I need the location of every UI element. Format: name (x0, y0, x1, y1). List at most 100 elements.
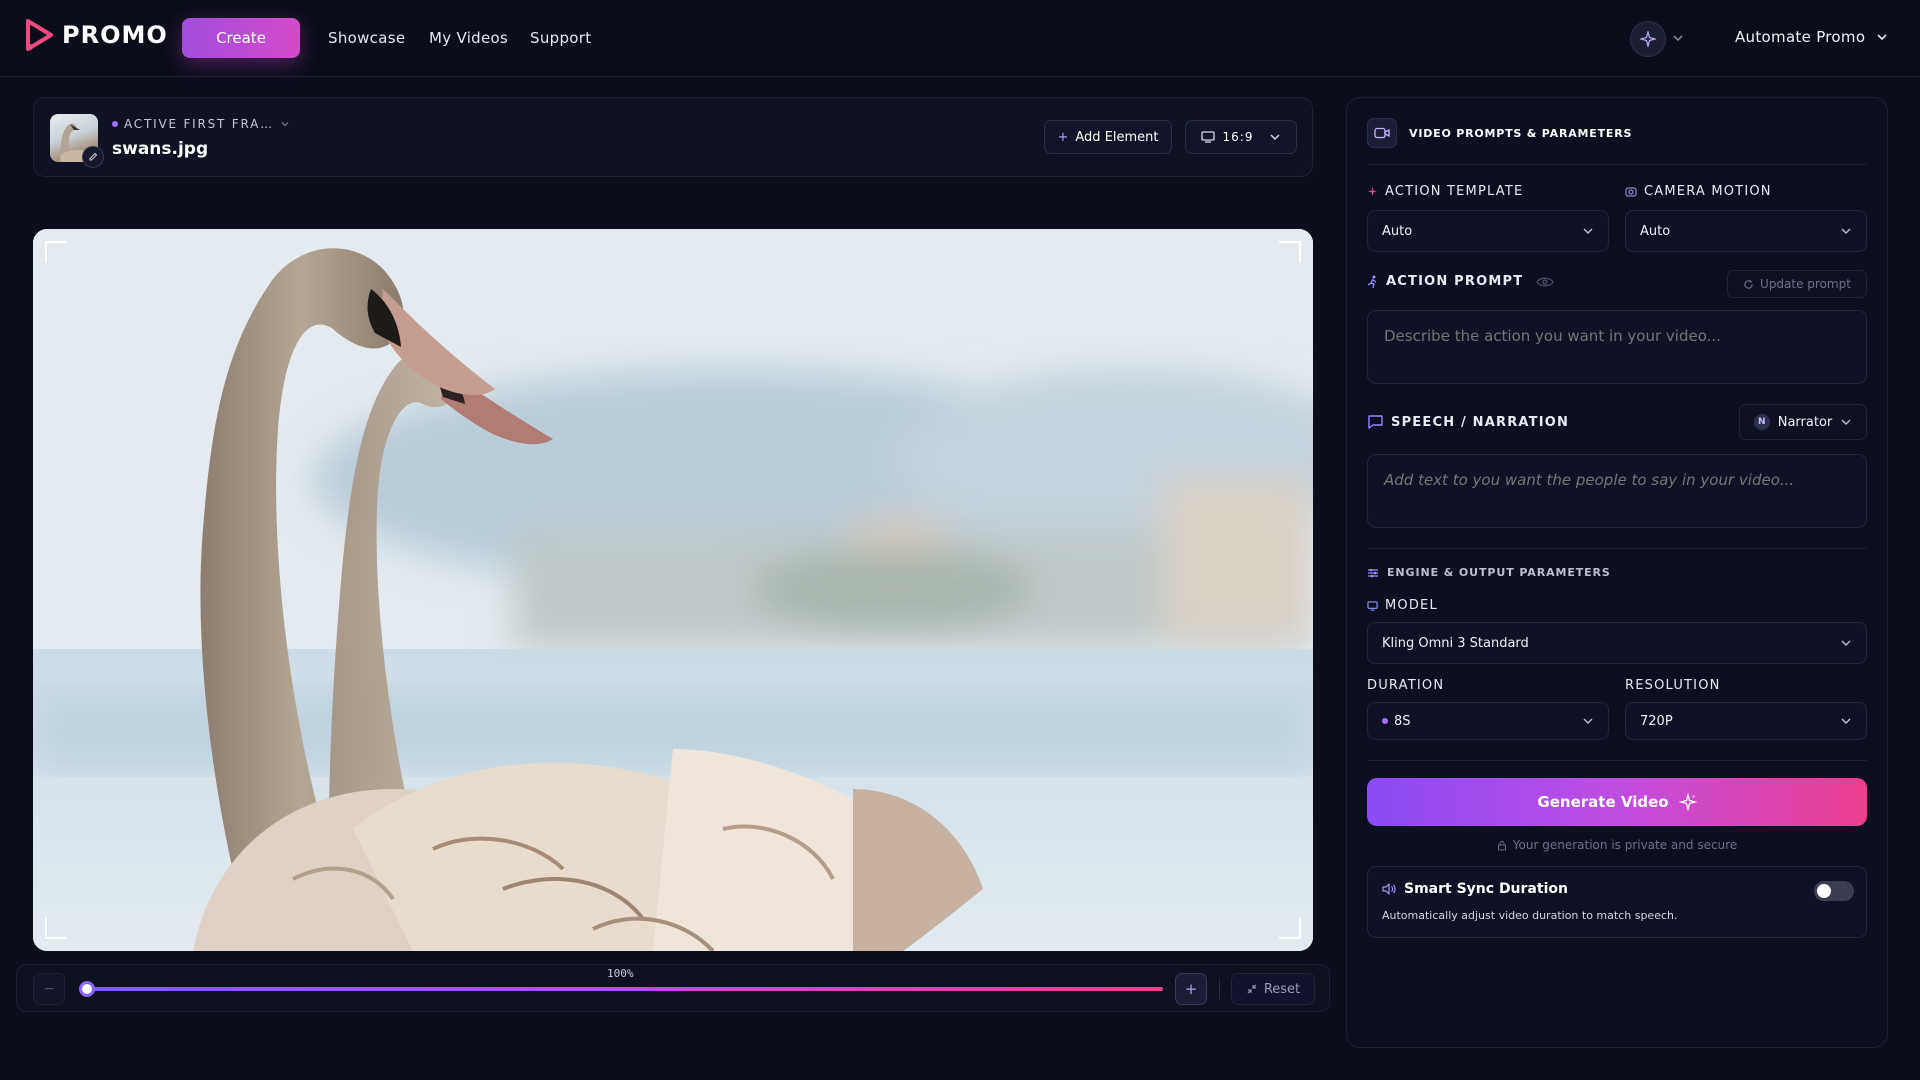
reset-label: Reset (1263, 981, 1301, 997)
action-prompt-label: ACTION PROMPT (1367, 274, 1554, 289)
reset-zoom-button[interactable]: Reset (1231, 973, 1315, 1005)
smart-sync-card: Smart Sync Duration Automatically adjust… (1367, 866, 1867, 938)
panel-header: VIDEO PROMPTS & PARAMETERS (1367, 118, 1632, 148)
update-prompt-button[interactable]: Update prompt (1727, 270, 1867, 298)
add-element-button[interactable]: + Add Element (1044, 120, 1172, 154)
refresh-icon (1744, 279, 1753, 289)
crop-corner-top-left (45, 241, 67, 263)
camera-motion-value: Auto (1640, 223, 1671, 239)
camera-motion-select[interactable]: Auto (1625, 210, 1867, 252)
chevron-down-icon (1583, 718, 1593, 724)
action-template-label-text: ACTION TEMPLATE (1385, 184, 1524, 199)
divider (1367, 760, 1867, 761)
pencil-icon (89, 152, 98, 161)
nav-link-my-videos[interactable]: My Videos (429, 29, 508, 47)
action-prompt-input[interactable] (1367, 310, 1867, 384)
model-label: MODEL (1367, 598, 1438, 613)
voice-badge: N (1753, 414, 1770, 430)
resolution-select[interactable]: 720P (1625, 702, 1867, 740)
nav-link-support[interactable]: Support (530, 29, 591, 47)
model-label-text: MODEL (1385, 598, 1438, 613)
speech-narration-label-text: SPEECH / NARRATION (1391, 414, 1570, 430)
create-button[interactable]: Create (182, 18, 300, 58)
smart-sync-title-text: Smart Sync Duration (1404, 881, 1568, 897)
smart-sync-toggle[interactable] (1814, 881, 1854, 901)
active-frame-card: ACTIVE FIRST FRA… swans.jpg + Add Elemen… (33, 97, 1313, 177)
model-value: Kling Omni 3 Standard (1382, 635, 1529, 651)
top-navigation-bar: PROMO Create Showcase My Videos Support … (0, 0, 1920, 77)
crop-corner-top-right (1279, 241, 1301, 263)
zoom-in-button[interactable]: + (1175, 973, 1207, 1005)
speech-narration-label: SPEECH / NARRATION (1367, 414, 1569, 430)
panel-title: VIDEO PROMPTS & PARAMETERS (1409, 126, 1633, 140)
model-select[interactable]: Kling Omni 3 Standard (1367, 622, 1867, 664)
generate-video-button[interactable]: Generate Video (1367, 778, 1867, 826)
duration-dot (1382, 718, 1388, 724)
frame-canvas[interactable] (33, 229, 1313, 951)
edit-frame-button[interactable] (82, 146, 104, 168)
aspect-ratio-value: 16:9 (1222, 130, 1254, 144)
nav-link-showcase[interactable]: Showcase (328, 29, 405, 47)
chat-bubble-icon (1368, 415, 1383, 429)
duration-value: 8S (1394, 713, 1411, 729)
sliders-icon (1368, 568, 1378, 577)
account-menu[interactable]: Automate Promo (1735, 28, 1889, 46)
chevron-down-icon (1583, 228, 1593, 234)
camera-motion-label-text: CAMERA MOTION (1644, 184, 1772, 199)
sparkle-icon (1367, 186, 1378, 197)
crop-corner-bottom-right (1279, 917, 1301, 939)
toggle-knob (1817, 884, 1831, 898)
crop-corner-bottom-left (45, 917, 67, 939)
speaker-icon (1382, 883, 1396, 895)
monitor-icon (1200, 131, 1215, 143)
chevron-down-icon (1270, 134, 1280, 140)
camera-motion-label: CAMERA MOTION (1625, 184, 1772, 199)
speech-text-input[interactable] (1367, 454, 1867, 528)
smart-sync-title: Smart Sync Duration (1382, 881, 1568, 897)
account-name: Automate Promo (1735, 28, 1866, 46)
aspect-ratio-select[interactable]: 16:9 (1185, 120, 1297, 154)
monitor-icon (1367, 600, 1378, 611)
running-person-icon (1367, 275, 1377, 288)
frame-status-selector[interactable]: ACTIVE FIRST FRA… (112, 117, 290, 131)
logo[interactable]: PROMO (24, 18, 168, 52)
frame-filename: swans.jpg (112, 139, 209, 159)
engine-parameters-title: ENGINE & OUTPUT PARAMETERS (1387, 566, 1611, 579)
chevron-down-icon[interactable] (1672, 32, 1684, 44)
status-dot (112, 121, 118, 127)
duration-select[interactable]: 8S (1367, 702, 1609, 740)
swans-photo (33, 229, 1313, 951)
credits-chip[interactable] (1630, 21, 1666, 57)
logo-text: PROMO (62, 21, 168, 49)
action-template-label: ACTION TEMPLATE (1367, 184, 1523, 199)
chevron-down-icon (1841, 640, 1851, 646)
privacy-note: Your generation is private and secure (1367, 838, 1867, 852)
chevron-down-icon (1841, 228, 1851, 234)
update-prompt-label: Update prompt (1760, 277, 1851, 291)
generate-video-label: Generate Video (1537, 793, 1669, 811)
divider (1367, 164, 1867, 165)
voice-select[interactable]: N Narrator (1739, 404, 1867, 440)
sparkle-icon (1640, 31, 1656, 47)
play-logo-icon (26, 19, 53, 51)
action-prompt-label-text: ACTION PROMPT (1386, 274, 1524, 289)
privacy-note-text: Your generation is private and secure (1512, 838, 1738, 852)
chevron-down-icon (281, 122, 289, 127)
zoom-controls: − 100% + Reset (16, 964, 1330, 1012)
camera-icon (1625, 187, 1637, 197)
duration-label: DURATION (1367, 678, 1445, 693)
resolution-value: 720P (1640, 713, 1673, 729)
chevron-down-icon (1841, 718, 1851, 724)
action-template-select[interactable]: Auto (1367, 210, 1609, 252)
zoom-out-button[interactable]: − (33, 973, 65, 1005)
zoom-level-label: 100% (607, 967, 634, 980)
smart-sync-description: Automatically adjust video duration to m… (1382, 909, 1678, 922)
add-element-label: Add Element (1075, 129, 1159, 145)
duration-value-wrap: 8S (1382, 714, 1411, 729)
eye-icon[interactable] (1536, 276, 1554, 288)
voice-label: Narrator (1777, 414, 1833, 430)
sparkles-icon (1678, 793, 1697, 811)
zoom-slider-handle[interactable] (79, 981, 95, 997)
zoom-slider-track[interactable] (87, 987, 1163, 991)
chevron-down-icon (1877, 34, 1887, 41)
